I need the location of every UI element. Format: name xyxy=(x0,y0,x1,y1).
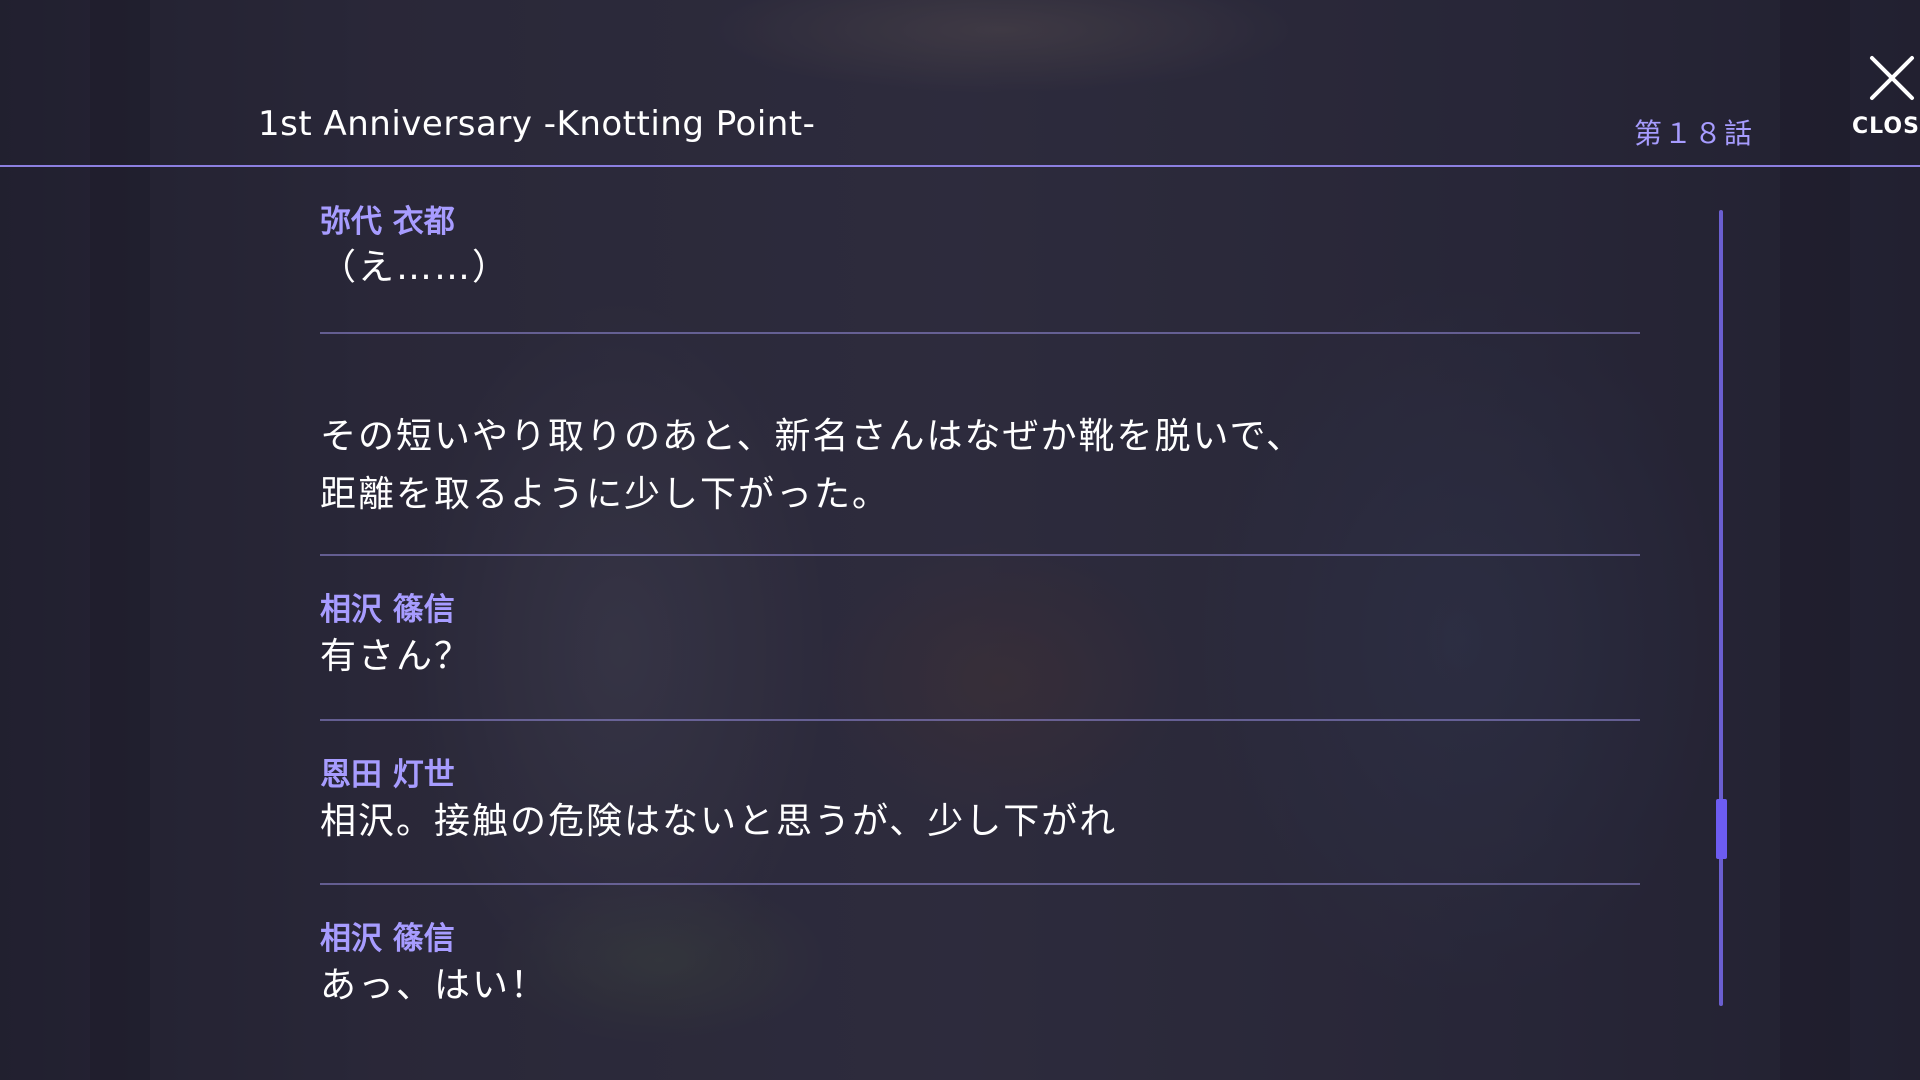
speaker-name: 恩田 灯世 xyxy=(320,757,455,793)
log-entry: 恩田 灯世 相沢。接触の危険はないと思うが、少し下がれ xyxy=(320,721,1640,885)
scrollbar-track[interactable] xyxy=(1719,210,1723,1006)
log-entry: 相沢 篠信 有さん？ xyxy=(320,556,1640,721)
story-title: 1st Anniversary -Knotting Point- xyxy=(258,104,816,144)
speaker-name: 相沢 篠信 xyxy=(320,592,455,628)
header-divider xyxy=(0,165,1920,167)
dialogue-line: 相沢。接触の危険はないと思うが、少し下がれ xyxy=(320,801,1118,842)
dialogue-line: （え……） xyxy=(320,247,511,288)
log-entry: 相沢 篠信 あっ、はい！ xyxy=(320,885,1640,1025)
close-label: CLOS xyxy=(1852,114,1920,139)
close-icon xyxy=(1870,56,1914,100)
scrollbar-thumb[interactable] xyxy=(1716,798,1727,859)
speaker-name: 弥代 衣都 xyxy=(320,204,455,240)
log-entry: 弥代 衣都 （え……） xyxy=(320,196,1640,334)
episode-label: 第１８話 xyxy=(1634,117,1755,150)
close-button[interactable]: CLOS xyxy=(1846,48,1920,148)
dialogue-line: 有さん？ xyxy=(320,636,473,677)
log-entry: その短いやり取りのあと、新名さんはなぜか靴を脱いで、 距離を取るように少し下がっ… xyxy=(320,334,1640,556)
narration-line: 距離を取るように少し下がった。 xyxy=(320,474,891,515)
speaker-name: 相沢 篠信 xyxy=(320,921,455,957)
dialogue-line: あっ、はい！ xyxy=(320,965,549,1006)
log-header: 1st Anniversary -Knotting Point- 第１８話 CL… xyxy=(0,0,1920,167)
backlog-list[interactable]: 弥代 衣都 （え……） その短いやり取りのあと、新名さんはなぜか靴を脱いで、 距… xyxy=(320,196,1640,1025)
narration-line: その短いやり取りのあと、新名さんはなぜか靴を脱いで、 xyxy=(320,416,1305,457)
